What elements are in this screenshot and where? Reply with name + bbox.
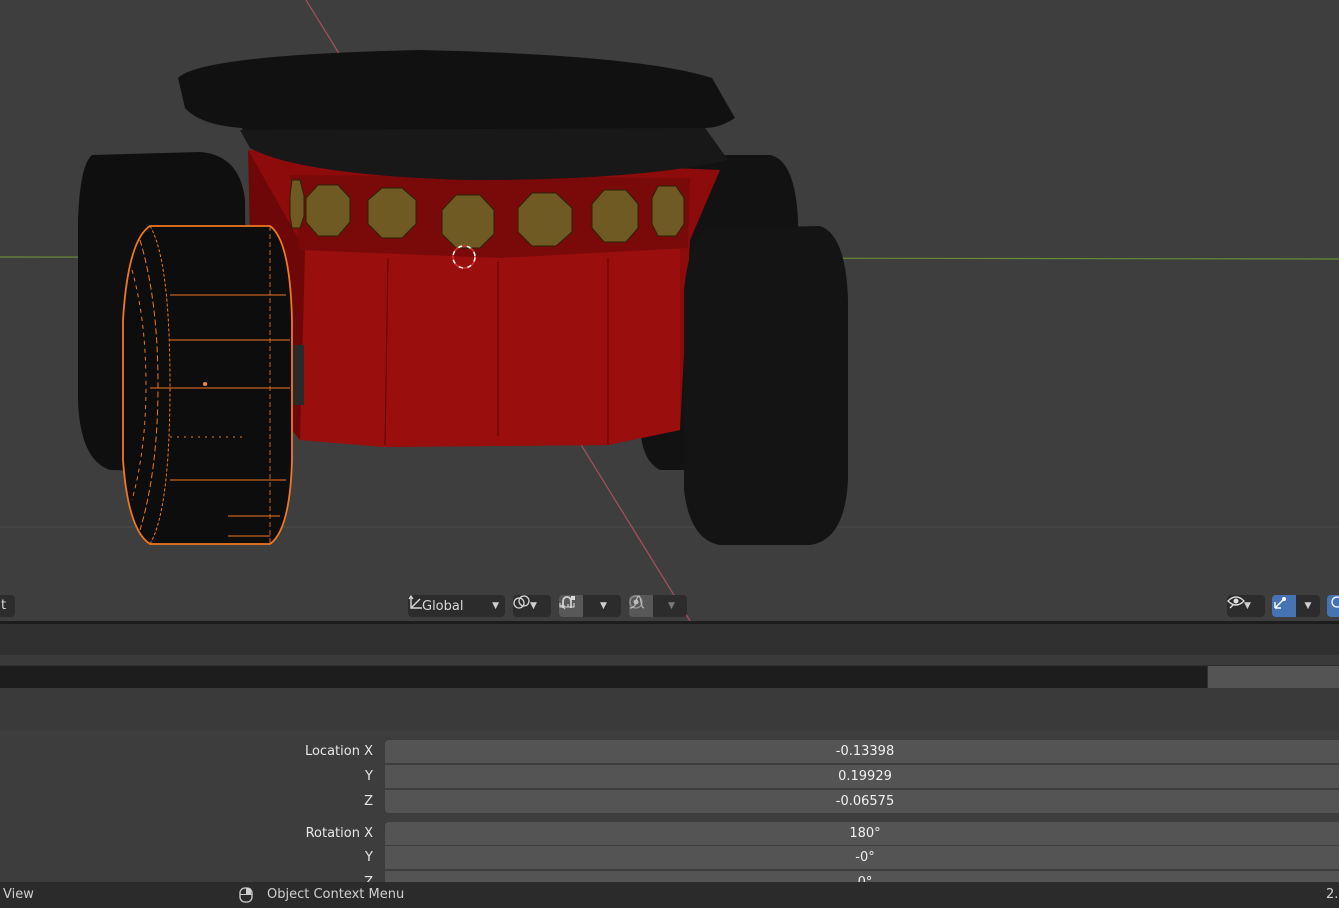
status-context-menu-label: Object Context Menu [267,887,405,902]
gizmo-toggle-button[interactable] [1272,595,1296,617]
robot-body[interactable] [248,150,720,447]
properties-search-options[interactable] [1208,666,1339,688]
rotation-y-field[interactable]: -0° [385,846,1339,869]
location-y-field[interactable]: 0.19929 [385,765,1339,788]
transform-orientation-label: Global [422,598,464,614]
location-x-field[interactable]: -0.13398 [385,740,1339,763]
status-view-label: View [3,887,34,902]
object-visibility-dropdown[interactable]: ▼ [1227,595,1265,617]
properties-search-field[interactable] [0,666,1207,688]
transform-orientation-icon [408,595,422,609]
chevron-down-icon: ▼ [668,601,675,611]
location-x-row: Location X -0.13398 [0,740,1339,763]
chevron-down-icon: ▼ [600,601,607,611]
snap-increment-icon [559,596,575,608]
status-version: 2. [1326,887,1339,902]
gizmo-dropdown[interactable]: ▼ [1296,595,1320,617]
pivot-point-dropdown[interactable]: ▼ [513,595,551,617]
location-z-field[interactable]: -0.06575 [385,790,1339,813]
chevron-down-icon: ▼ [1304,601,1312,611]
pivot-point-icon [513,595,530,609]
viewport-scene [0,0,1339,621]
rotation-y-label: Y [365,850,373,865]
selected-front-left-wheel[interactable] [122,225,293,545]
location-x-label: Location X [304,744,373,759]
overlay-icon [1331,596,1339,608]
3d-viewport[interactable]: t Global ▼ ▼ ▼ ▼ ▼ ▼ [0,0,1339,621]
properties-tab-strip [0,655,1339,665]
chevron-down-icon: ▼ [530,601,537,611]
properties-editor: Location X -0.13398 Y 0.19929 Z -0.06575… [0,624,1339,894]
rotation-x-label: Rotation X [305,826,373,841]
chevron-down-icon: ▼ [492,601,499,611]
transform-panel: Location X -0.13398 Y 0.19929 Z -0.06575… [0,730,1339,894]
gizmo-icon [1274,597,1286,609]
location-z-label: Z [364,794,373,809]
mouse-right-click-icon [239,887,253,903]
chevron-down-icon: ▼ [1244,601,1251,611]
visibility-eye-icon [1227,596,1245,609]
status-bar: View Object Context Menu 2. [0,882,1339,908]
location-y-row: Y 0.19929 [0,765,1339,788]
transform-orientation-dropdown[interactable]: Global ▼ [408,595,505,617]
object-mode-menu[interactable]: t [0,595,15,617]
location-y-label: Y [365,769,373,784]
falloff-curve-icon [629,595,645,609]
front-right-wheel[interactable] [684,226,848,545]
snap-target-dropdown[interactable]: ▼ [559,595,621,617]
rotation-x-field[interactable]: 180° [385,822,1339,845]
location-z-row: Z -0.06575 [0,790,1339,813]
rotation-y-row: Y -0° [0,846,1339,869]
proportional-falloff-dropdown[interactable]: ▼ [629,595,687,617]
object-mode-label: t [1,598,7,613]
overlay-toggle-button[interactable] [1327,595,1339,617]
transform-panel-header[interactable] [0,688,1339,730]
rotation-x-row: Rotation X 180° [0,822,1339,845]
properties-header [0,624,1339,655]
